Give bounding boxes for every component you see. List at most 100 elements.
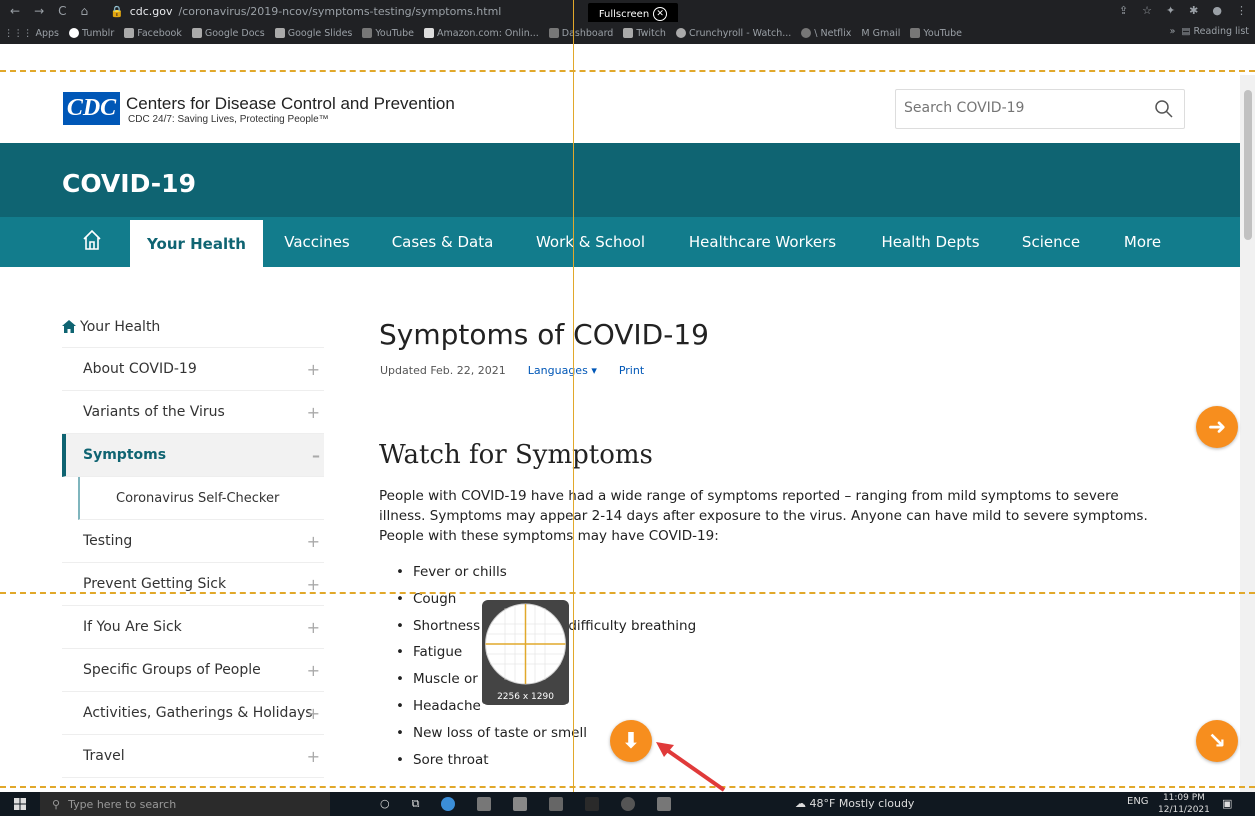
sidebar-item-activities[interactable]: Activities, Gatherings & Holidays + — [62, 692, 324, 735]
sidebar-item-prevent[interactable]: Prevent Getting Sick + — [62, 563, 324, 606]
cdc-logo[interactable]: CDC — [63, 92, 120, 125]
bookmark-netflix[interactable]: \ Netflix — [801, 28, 851, 39]
search-icon[interactable] — [1154, 98, 1174, 120]
sidebar-item-symptoms[interactable]: Symptoms – — [62, 434, 324, 477]
nav-cases-data[interactable]: Cases & Data — [380, 217, 505, 267]
bookmark-youtube[interactable]: YouTube — [362, 28, 414, 39]
bookmark-youtube-2[interactable]: YouTube — [910, 28, 962, 39]
capture-guide-middle[interactable] — [0, 592, 1255, 594]
menu-icon[interactable]: ⋮ — [1236, 4, 1247, 17]
chrome-icon[interactable] — [621, 797, 636, 811]
screen: ← → C ⌂ 🔒 cdc.gov/coronavirus/2019-ncov/… — [0, 0, 1255, 816]
reload-icon[interactable]: C — [58, 4, 66, 18]
sidebar-item-testing[interactable]: Testing + — [62, 520, 324, 563]
indesign-icon[interactable] — [585, 797, 600, 811]
nav-vaccines[interactable]: Vaccines — [272, 217, 362, 267]
nav-work-school[interactable]: Work & School — [523, 217, 658, 267]
share-icon[interactable]: ⇪ — [1119, 4, 1128, 17]
file-explorer-icon[interactable] — [477, 797, 492, 811]
sidebar-home-link[interactable]: Your Health — [62, 306, 324, 348]
browser-extension-icons: ⇪ ☆ ✦ ✱ ● ⋮ — [1119, 4, 1247, 17]
nav-more[interactable]: More — [1110, 217, 1175, 267]
mail-icon[interactable] — [549, 797, 564, 811]
taskbar-search-placeholder: Type here to search — [68, 797, 177, 811]
address-bar[interactable]: 🔒 cdc.gov/coronavirus/2019-ncov/symptoms… — [110, 5, 501, 18]
facebook-icon — [124, 28, 135, 38]
next-page-arrow-button[interactable]: ➜ — [1196, 406, 1238, 448]
bookmark-amazon[interactable]: Amazon.com: Onlin... — [424, 28, 539, 39]
start-button[interactable] — [0, 798, 40, 810]
system-clock[interactable]: 11:09 PM 12/11/2021 — [1158, 792, 1210, 816]
profile-icon[interactable]: ● — [1212, 4, 1222, 17]
expand-icon[interactable]: + — [307, 360, 320, 379]
sidebar-item-sick[interactable]: If You Are Sick + — [62, 606, 324, 649]
bookmark-google-slides[interactable]: Google Slides — [274, 28, 352, 39]
sidebar-item-travel[interactable]: Travel + — [62, 735, 324, 778]
site-title[interactable]: Centers for Disease Control and Preventi… — [126, 94, 455, 114]
home-icon — [62, 320, 76, 333]
banner-title: COVID-19 — [62, 169, 196, 198]
windows-taskbar: ⚲ Type here to search ○ ⧉ ☁ 48°F Mostly … — [0, 792, 1255, 816]
languages-dropdown[interactable]: Languages ▾ — [528, 364, 597, 377]
sidebar-item-about[interactable]: About COVID-19 + — [62, 348, 324, 391]
task-view-icon[interactable]: ⧉ — [412, 797, 420, 811]
bookmark-facebook[interactable]: Facebook — [124, 28, 182, 39]
expand-icon[interactable]: + — [307, 532, 320, 551]
bookmark-crunchyroll[interactable]: Crunchyroll - Watch... — [675, 28, 791, 39]
updated-date: Updated Feb. 22, 2021 — [380, 364, 506, 377]
netflix-icon: \ — [814, 27, 818, 39]
nav-science[interactable]: Science — [1010, 217, 1092, 267]
page-scrollbar[interactable] — [1240, 75, 1255, 792]
home-icon[interactable]: ⌂ — [81, 4, 89, 18]
gmail-icon: M — [861, 27, 870, 39]
notifications-icon[interactable]: ▣ — [1222, 797, 1232, 810]
collapse-icon[interactable]: – — [312, 446, 320, 465]
search-box[interactable] — [895, 89, 1185, 129]
expand-icon[interactable]: + — [307, 618, 320, 637]
back-icon[interactable]: ← — [10, 4, 20, 18]
bookmark-google-docs[interactable]: Google Docs — [191, 28, 265, 39]
edge-icon[interactable] — [441, 797, 456, 811]
expand-icon[interactable]: + — [307, 403, 320, 422]
scroll-down-arrow-button[interactable]: ⬇ — [610, 720, 652, 762]
bookmark-dashboard[interactable]: Dashboard — [548, 28, 613, 39]
expand-icon[interactable]: + — [307, 575, 320, 594]
scroll-thumb[interactable] — [1244, 90, 1252, 240]
extension-icon[interactable]: ✦ — [1166, 4, 1175, 17]
nav-health-depts[interactable]: Health Depts — [868, 217, 993, 267]
site-tagline: CDC 24/7: Saving Lives, Protecting Peopl… — [128, 114, 329, 125]
sidebar-item-groups[interactable]: Specific Groups of People + — [62, 649, 324, 692]
bookmark-gmail[interactable]: M Gmail — [861, 28, 900, 39]
bookmark-apps[interactable]: ⋮⋮⋮ Apps — [4, 28, 59, 39]
nav-healthcare-workers[interactable]: Healthcare Workers — [675, 217, 850, 267]
home-icon[interactable] — [82, 229, 102, 251]
globe-icon — [801, 28, 812, 38]
page-title: Symptoms of COVID-19 — [379, 318, 709, 351]
nav-your-health[interactable]: Your Health — [130, 217, 263, 267]
bookmark-tumblr[interactable]: Tumblr — [69, 28, 114, 39]
sidebar-item-variants[interactable]: Variants of the Virus + — [62, 391, 324, 434]
capture-guide-vertical[interactable] — [573, 0, 574, 792]
expand-icon[interactable]: + — [307, 704, 320, 723]
expand-icon[interactable]: + — [307, 747, 320, 766]
sidebar: Your Health About COVID-19 + Variants of … — [62, 306, 324, 778]
print-link[interactable]: Print — [619, 364, 644, 377]
expand-icon[interactable]: + — [307, 661, 320, 680]
puzzle-icon[interactable]: ✱ — [1189, 4, 1198, 17]
reading-list-button[interactable]: » ▤ Reading list — [1170, 26, 1249, 37]
scroll-diagonal-arrow-button[interactable]: ↘ — [1196, 720, 1238, 762]
star-icon[interactable]: ☆ — [1142, 4, 1152, 17]
search-input[interactable] — [904, 100, 1144, 116]
arrow-down-right-icon: ↘ — [1207, 728, 1227, 754]
sticky-app-icon[interactable] — [657, 797, 672, 811]
bookmark-twitch[interactable]: Twitch — [623, 28, 666, 39]
weather-widget[interactable]: ☁ 48°F Mostly cloudy — [795, 797, 914, 810]
clock-date: 12/11/2021 — [1158, 805, 1210, 815]
cortana-icon[interactable]: ○ — [380, 797, 390, 811]
forward-icon[interactable]: → — [34, 4, 44, 18]
sidebar-item-self-checker[interactable]: Coronavirus Self-Checker — [78, 477, 324, 520]
taskbar-search[interactable]: ⚲ Type here to search — [40, 792, 330, 816]
language-indicator[interactable]: ENG — [1127, 796, 1149, 807]
store-icon[interactable] — [513, 797, 528, 811]
youtube-icon — [362, 28, 373, 38]
